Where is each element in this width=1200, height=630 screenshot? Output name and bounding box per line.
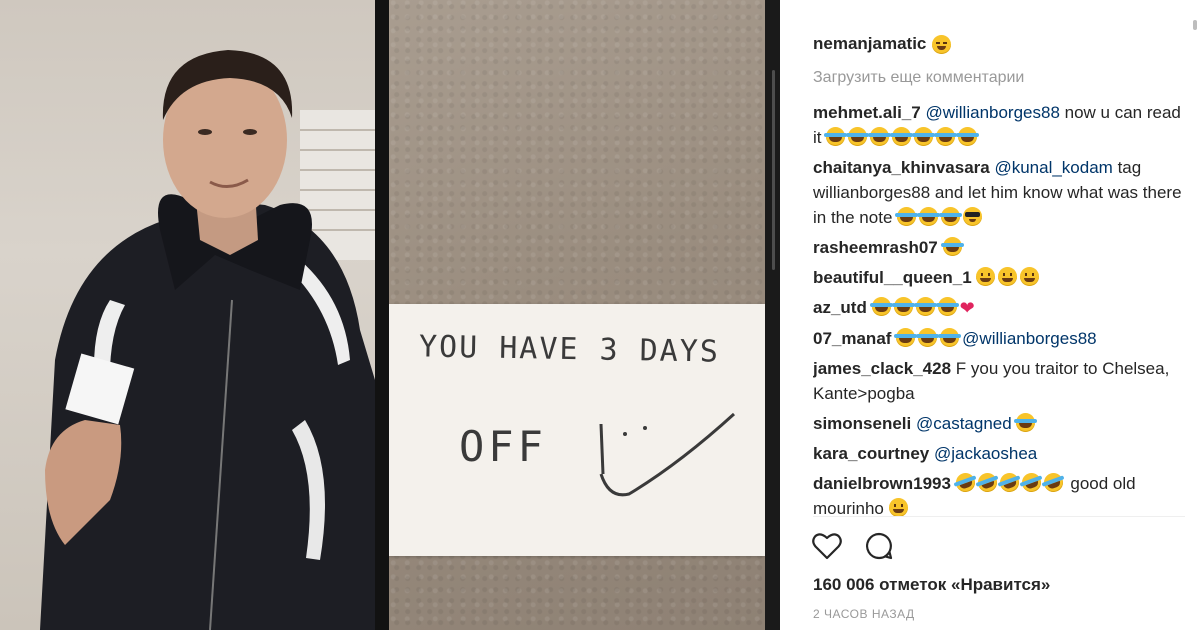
comment-username[interactable]: 07_manaf — [813, 329, 891, 348]
post-header: nemanjamatic — [813, 34, 954, 54]
comment-item: james_clack_428 F you you traitor to Che… — [813, 356, 1185, 406]
tears-emoji-icon — [824, 127, 848, 146]
comment-username[interactable]: kara_courtney — [813, 444, 929, 463]
roll-emoji-icon — [974, 470, 1000, 495]
smile-emoji-icon — [888, 498, 908, 517]
comment-list: mehmet.ali_7 @willianborges88 now u can … — [813, 100, 1185, 517]
note-line-1: YOU HAVE 3 DAYS — [418, 329, 721, 370]
tears-emoji-icon — [956, 127, 980, 146]
comment-mention[interactable]: @willianborges88 — [925, 103, 1059, 122]
photo-man-holding-card — [0, 0, 375, 630]
tears-emoji-icon — [846, 127, 870, 146]
post-image[interactable]: YOU HAVE 3 DAYS OFF — [0, 0, 780, 630]
comment-username[interactable]: beautiful__queen_1 — [813, 268, 972, 287]
action-bar — [811, 530, 895, 562]
like-button[interactable] — [811, 530, 843, 562]
scrollbar[interactable] — [1193, 20, 1197, 30]
heart-outline-icon — [812, 533, 842, 560]
comment-username[interactable]: chaitanya_khinvasara — [813, 158, 990, 177]
comment-username[interactable]: james_clack_428 — [813, 359, 951, 378]
roll-emoji-icon — [996, 470, 1022, 495]
handwritten-note: YOU HAVE 3 DAYS OFF — [389, 304, 765, 556]
owner-username[interactable]: nemanjamatic — [813, 34, 926, 54]
tears-emoji-icon — [1014, 413, 1038, 432]
tears-emoji-icon — [917, 207, 941, 226]
comment-item: rasheemrash07 — [813, 235, 1185, 260]
tears-emoji-icon — [934, 127, 958, 146]
divider — [813, 516, 1185, 517]
wink-emoji-icon — [932, 34, 952, 54]
photo-note-on-carpet: YOU HAVE 3 DAYS OFF — [389, 0, 765, 630]
comment-item: 07_manaf @willianborges88 — [813, 326, 1185, 351]
roll-emoji-icon — [1018, 470, 1044, 495]
comment-button[interactable] — [863, 530, 895, 562]
comment-item: beautiful__queen_1 — [813, 265, 1185, 290]
man-illustration — [40, 50, 375, 630]
tears-emoji-icon — [939, 207, 963, 226]
smile-emoji-icon — [998, 267, 1018, 286]
tears-emoji-icon — [912, 127, 936, 146]
comment-item: chaitanya_khinvasara @kunal_kodam tag wi… — [813, 155, 1185, 230]
comment-mention[interactable]: @castagned — [916, 414, 1012, 433]
smile-emoji-icon — [1020, 267, 1040, 286]
comment-username[interactable]: danielbrown1993 — [813, 474, 951, 493]
comment-mention[interactable]: @willianborges88 — [962, 329, 1096, 348]
tears-emoji-icon — [916, 328, 940, 347]
tears-emoji-icon — [938, 328, 962, 347]
roll-emoji-icon — [1040, 470, 1066, 495]
tears-emoji-icon — [891, 297, 915, 316]
roll-emoji-icon — [952, 470, 978, 495]
comment-username[interactable]: mehmet.ali_7 — [813, 103, 921, 122]
tears-emoji-icon — [890, 127, 914, 146]
tears-emoji-icon — [895, 207, 919, 226]
tears-emoji-icon — [869, 297, 893, 316]
photo-edge-bar — [772, 70, 775, 270]
tears-emoji-icon — [935, 297, 959, 316]
comment-item: kara_courtney @jackaoshea — [813, 441, 1185, 466]
comment-item: az_utd ❤ — [813, 295, 1185, 321]
smile-emoji-icon — [976, 267, 996, 286]
comment-username[interactable]: az_utd — [813, 298, 867, 317]
comment-item: danielbrown1993 good old mourinho — [813, 470, 1185, 517]
tears-emoji-icon — [868, 127, 892, 146]
note-line-2: OFF — [459, 422, 547, 471]
comment-item: mehmet.ali_7 @willianborges88 now u can … — [813, 100, 1185, 150]
comment-item: simonseneli @castagned — [813, 411, 1185, 436]
smiley-drawing-icon — [599, 412, 736, 497]
photo-divider — [375, 0, 389, 630]
likes-count[interactable]: 160 006 отметок «Нравится» — [813, 575, 1050, 595]
post-timestamp[interactable]: 2 ЧАСОВ НАЗАД — [813, 607, 915, 621]
comment-mention[interactable]: @kunal_kodam — [994, 158, 1112, 177]
tears-emoji-icon — [913, 297, 937, 316]
comment-mention[interactable]: @jackaoshea — [934, 444, 1037, 463]
comment-username[interactable]: rasheemrash07 — [813, 238, 938, 257]
comment-username[interactable]: simonseneli — [813, 414, 911, 433]
load-more-comments-link[interactable]: Загрузить еще комментарии — [813, 69, 1024, 87]
tears-emoji-icon — [894, 328, 918, 347]
heart-emoji-icon: ❤ — [959, 298, 975, 318]
speech-bubble-icon — [866, 532, 893, 560]
cool-emoji-icon — [963, 207, 983, 226]
tears-emoji-icon — [940, 237, 964, 256]
